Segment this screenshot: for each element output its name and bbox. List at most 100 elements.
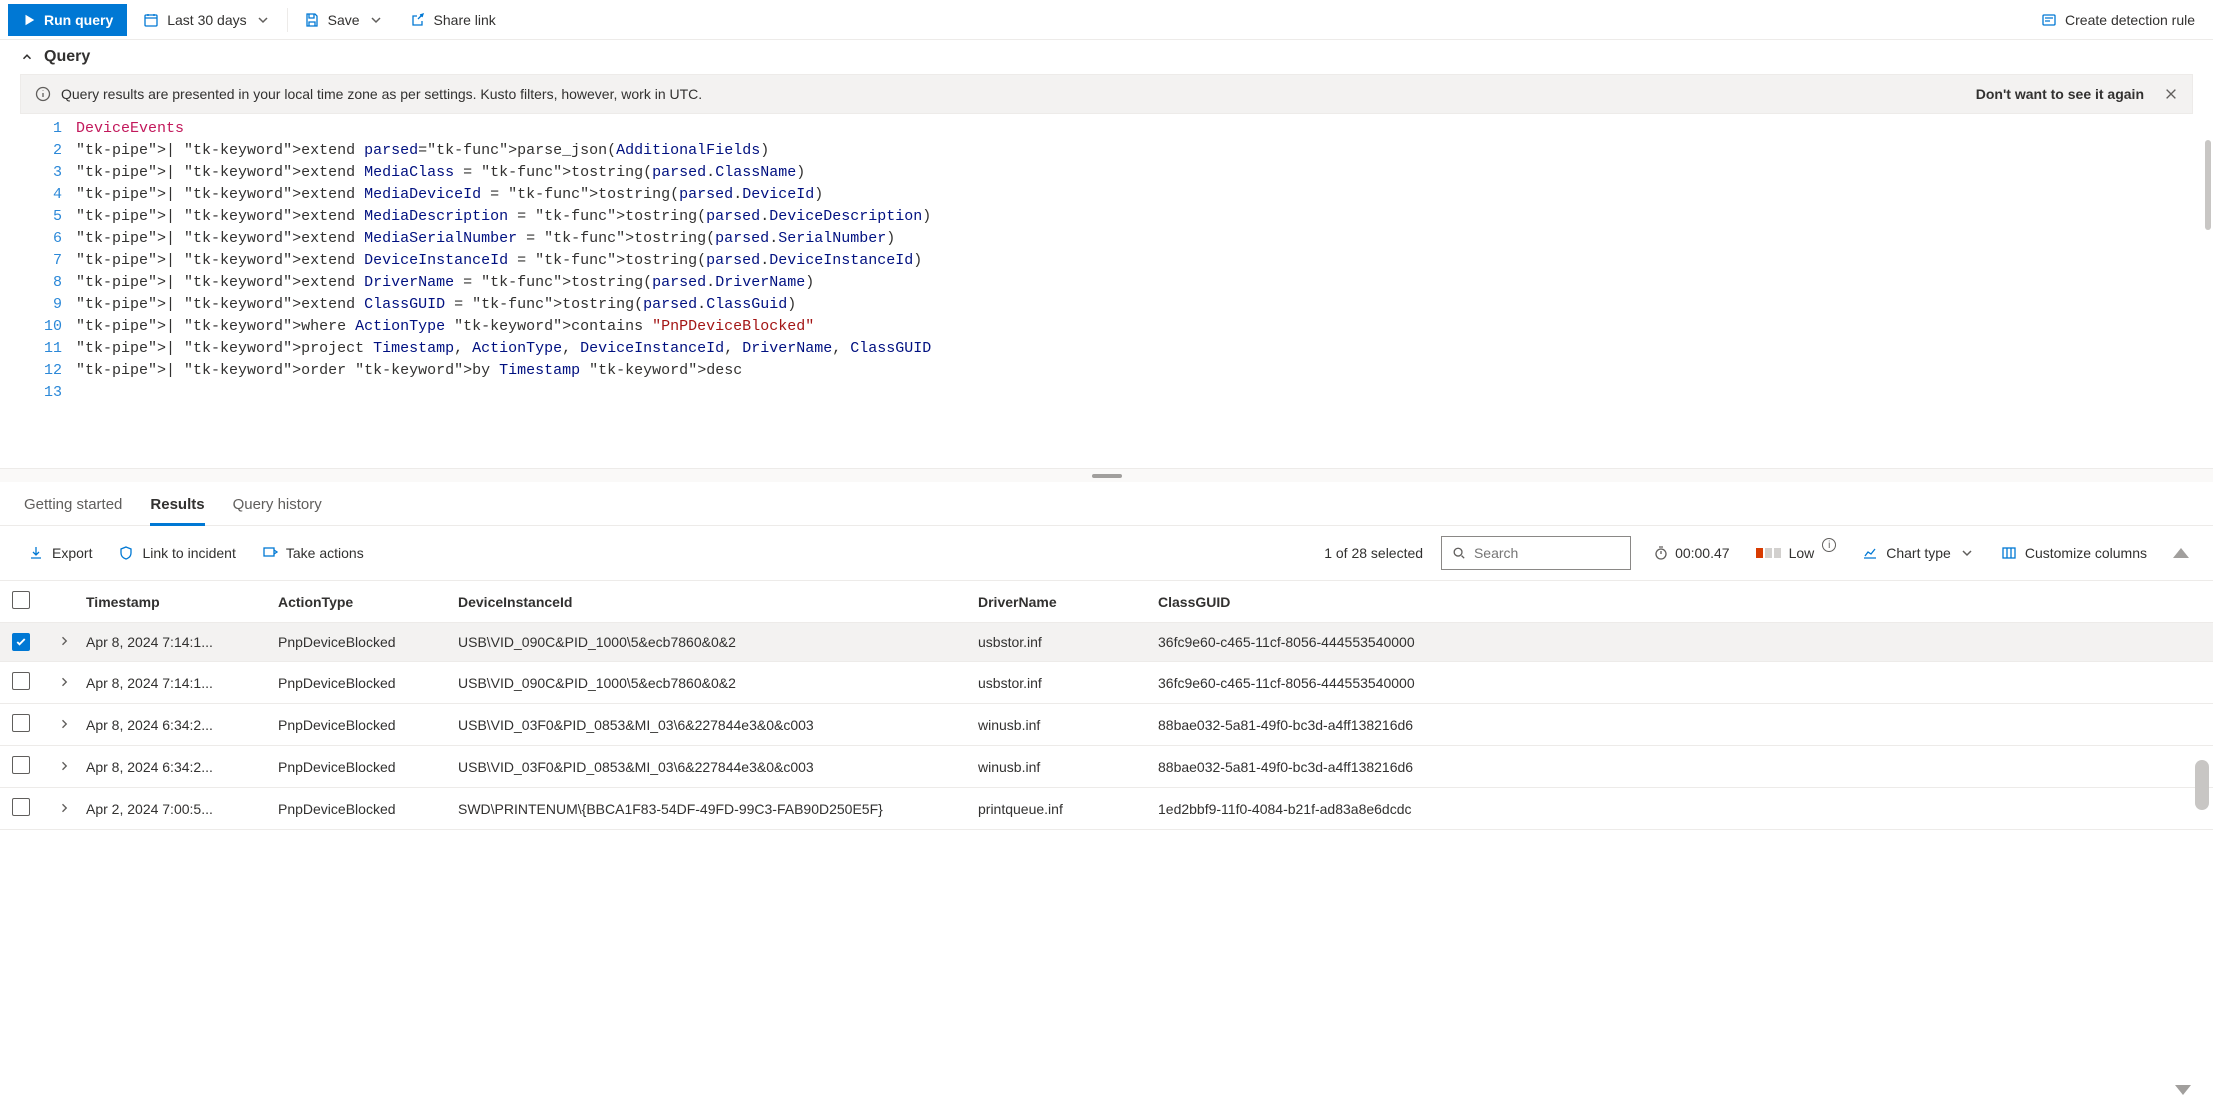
- chart-type-button[interactable]: Chart type: [1858, 537, 1979, 569]
- cell-timestamp: Apr 8, 2024 6:34:2...: [86, 704, 266, 746]
- row-checkbox[interactable]: [12, 672, 30, 690]
- cell-actiontype: PnpDeviceBlocked: [266, 788, 446, 830]
- row-checkbox[interactable]: [12, 798, 30, 816]
- shield-icon: [118, 545, 134, 561]
- table-row[interactable]: Apr 8, 2024 7:14:1... PnpDeviceBlocked U…: [0, 662, 2213, 704]
- selection-count: 1 of 28 selected: [1324, 545, 1423, 561]
- query-section-header[interactable]: Query: [0, 40, 2213, 74]
- take-actions-button[interactable]: Take actions: [258, 537, 368, 569]
- cell-timestamp: Apr 8, 2024 7:14:1...: [86, 623, 266, 662]
- cell-drivername: usbstor.inf: [966, 623, 1146, 662]
- chevron-down-icon: [368, 12, 384, 28]
- table-scrollbar-thumb[interactable]: [2195, 760, 2209, 810]
- create-detection-rule-button[interactable]: Create detection rule: [2031, 4, 2205, 36]
- table-header-row: Timestamp ActionType DeviceInstanceId Dr…: [0, 581, 2213, 623]
- chevron-right-icon[interactable]: [58, 635, 70, 647]
- save-button[interactable]: Save: [294, 4, 394, 36]
- table-row[interactable]: Apr 8, 2024 6:34:2... PnpDeviceBlocked U…: [0, 746, 2213, 788]
- header-deviceinstanceid[interactable]: DeviceInstanceId: [446, 581, 966, 623]
- cell-deviceinstanceid: USB\VID_090C&PID_1000\5&ecb7860&0&2: [446, 662, 966, 704]
- cell-classguid: 36fc9e60-c465-11cf-8056-444553540000: [1146, 623, 2213, 662]
- cell-classguid: 88bae032-5a81-49f0-bc3d-a4ff138216d6: [1146, 704, 2213, 746]
- cell-drivername: winusb.inf: [966, 746, 1146, 788]
- cell-classguid: 36fc9e60-c465-11cf-8056-444553540000: [1146, 662, 2213, 704]
- run-query-button[interactable]: Run query: [8, 4, 127, 36]
- header-timestamp[interactable]: Timestamp: [86, 581, 266, 623]
- timerange-picker[interactable]: Last 30 days: [133, 4, 280, 36]
- share-label: Share link: [434, 12, 496, 28]
- row-checkbox[interactable]: [12, 714, 30, 732]
- cell-actiontype: PnpDeviceBlocked: [266, 662, 446, 704]
- export-label: Export: [52, 545, 92, 561]
- select-all-checkbox[interactable]: [12, 591, 30, 609]
- cell-classguid: 88bae032-5a81-49f0-bc3d-a4ff138216d6: [1146, 746, 2213, 788]
- share-link-button[interactable]: Share link: [400, 4, 506, 36]
- search-input[interactable]: [1474, 545, 1620, 561]
- tab-results[interactable]: Results: [150, 488, 204, 526]
- scroll-down-icon[interactable]: [2175, 1085, 2191, 1095]
- scroll-up-icon[interactable]: [2173, 548, 2189, 558]
- tab-getting-started[interactable]: Getting started: [24, 488, 122, 525]
- query-editor[interactable]: 12345678910111213 DeviceEvents"tk-pipe">…: [20, 114, 2193, 408]
- pane-splitter[interactable]: [0, 468, 2213, 482]
- row-checkbox[interactable]: [12, 756, 30, 774]
- info-icon[interactable]: i: [1822, 538, 1836, 552]
- cell-drivername: usbstor.inf: [966, 662, 1146, 704]
- meter-icon: [1756, 548, 1781, 558]
- detection-rule-icon: [2041, 12, 2057, 28]
- tab-query-history[interactable]: Query history: [233, 488, 322, 525]
- close-icon[interactable]: [2164, 87, 2178, 101]
- cell-deviceinstanceid: SWD\PRINTENUM\{BBCA1F83-54DF-49FD-99C3-F…: [446, 788, 966, 830]
- info-banner: Query results are presented in your loca…: [20, 74, 2193, 114]
- top-toolbar: Run query Last 30 days Save Share link C…: [0, 0, 2213, 40]
- chevron-right-icon[interactable]: [58, 802, 70, 814]
- row-checkbox[interactable]: [12, 633, 30, 651]
- chevron-down-icon: [1959, 545, 1975, 561]
- actions-icon: [262, 545, 278, 561]
- chevron-right-icon[interactable]: [58, 760, 70, 772]
- cell-drivername: winusb.inf: [966, 704, 1146, 746]
- query-title: Query: [44, 48, 90, 66]
- chevron-right-icon[interactable]: [58, 676, 70, 688]
- search-box[interactable]: [1441, 536, 1631, 570]
- create-rule-label: Create detection rule: [2065, 12, 2195, 28]
- header-actiontype[interactable]: ActionType: [266, 581, 446, 623]
- banner-text: Query results are presented in your loca…: [61, 86, 702, 102]
- save-label: Save: [328, 12, 360, 28]
- header-checkbox-cell[interactable]: [0, 581, 46, 623]
- table-row[interactable]: Apr 8, 2024 7:14:1... PnpDeviceBlocked U…: [0, 623, 2213, 662]
- search-icon: [1452, 545, 1466, 561]
- banner-dismiss-hint[interactable]: Don't want to see it again: [1976, 86, 2144, 102]
- chevron-down-icon: [255, 12, 271, 28]
- divider: [287, 8, 288, 32]
- chevron-right-icon[interactable]: [58, 718, 70, 730]
- share-icon: [410, 12, 426, 28]
- run-query-label: Run query: [44, 12, 113, 28]
- customize-columns-button[interactable]: Customize columns: [1997, 537, 2151, 569]
- header-expand-cell: [46, 581, 86, 623]
- play-icon: [22, 13, 36, 27]
- timerange-label: Last 30 days: [167, 12, 246, 28]
- stopwatch-icon: [1653, 545, 1669, 561]
- table-row[interactable]: Apr 8, 2024 6:34:2... PnpDeviceBlocked U…: [0, 704, 2213, 746]
- table-row[interactable]: Apr 2, 2024 7:00:5... PnpDeviceBlocked S…: [0, 788, 2213, 830]
- header-drivername[interactable]: DriverName: [966, 581, 1146, 623]
- editor-scrollbar-thumb[interactable]: [2205, 140, 2211, 230]
- take-actions-label: Take actions: [286, 545, 364, 561]
- editor-code[interactable]: DeviceEvents"tk-pipe">| "tk-keyword">ext…: [76, 118, 931, 404]
- cell-deviceinstanceid: USB\VID_03F0&PID_0853&MI_03\6&227844e3&0…: [446, 704, 966, 746]
- severity-indicator: Low i: [1752, 537, 1841, 569]
- cell-drivername: printqueue.inf: [966, 788, 1146, 830]
- link-incident-button[interactable]: Link to incident: [114, 537, 239, 569]
- cell-actiontype: PnpDeviceBlocked: [266, 746, 446, 788]
- cell-timestamp: Apr 2, 2024 7:00:5...: [86, 788, 266, 830]
- elapsed-value: 00:00.47: [1675, 545, 1730, 561]
- customize-label: Customize columns: [2025, 545, 2147, 561]
- cell-actiontype: PnpDeviceBlocked: [266, 704, 446, 746]
- save-icon: [304, 12, 320, 28]
- results-tabs: Getting started Results Query history: [0, 482, 2213, 526]
- export-button[interactable]: Export: [24, 537, 96, 569]
- cell-deviceinstanceid: USB\VID_03F0&PID_0853&MI_03\6&227844e3&0…: [446, 746, 966, 788]
- header-classguid[interactable]: ClassGUID: [1146, 581, 2213, 623]
- elapsed-time: 00:00.47: [1649, 537, 1734, 569]
